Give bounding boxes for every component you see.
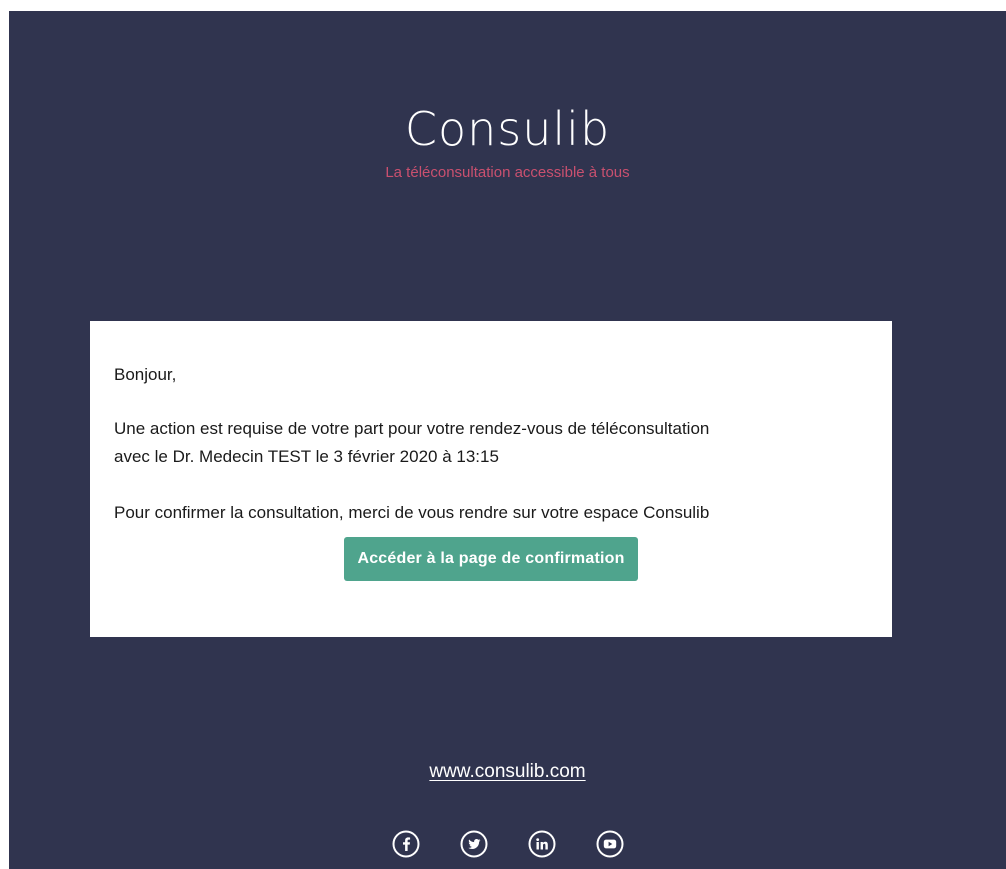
instruction-text: Pour confirmer la consultation, merci de… [114,503,710,522]
website-link[interactable]: www.consulib.com [429,761,585,782]
greeting-text: Bonjour, [114,365,177,384]
social-links [9,829,1006,859]
cta-container: Accéder à la page de confirmation [114,537,868,581]
facebook-icon[interactable] [391,829,421,859]
twitter-icon[interactable] [459,829,489,859]
confirmation-page-button[interactable]: Accéder à la page de confirmation [344,537,638,581]
action-text-line-2: avec le Dr. Medecin TEST le 3 février 20… [114,447,499,466]
youtube-icon[interactable] [595,829,625,859]
action-text-line-1: Une action est requise de votre part pou… [114,419,710,438]
linkedin-icon[interactable] [527,829,557,859]
brand-tagline: La téléconsultation accessible à tous [385,164,630,181]
email-footer: www.consulib.com [9,761,1006,783]
message-card: Bonjour, Une action est requise de votre… [90,321,892,637]
brand-logo-text: Consulib [404,102,611,156]
email-container: Consulib La téléconsultation accessible … [9,11,1006,869]
email-header: Consulib La téléconsultation accessible … [9,101,1006,183]
